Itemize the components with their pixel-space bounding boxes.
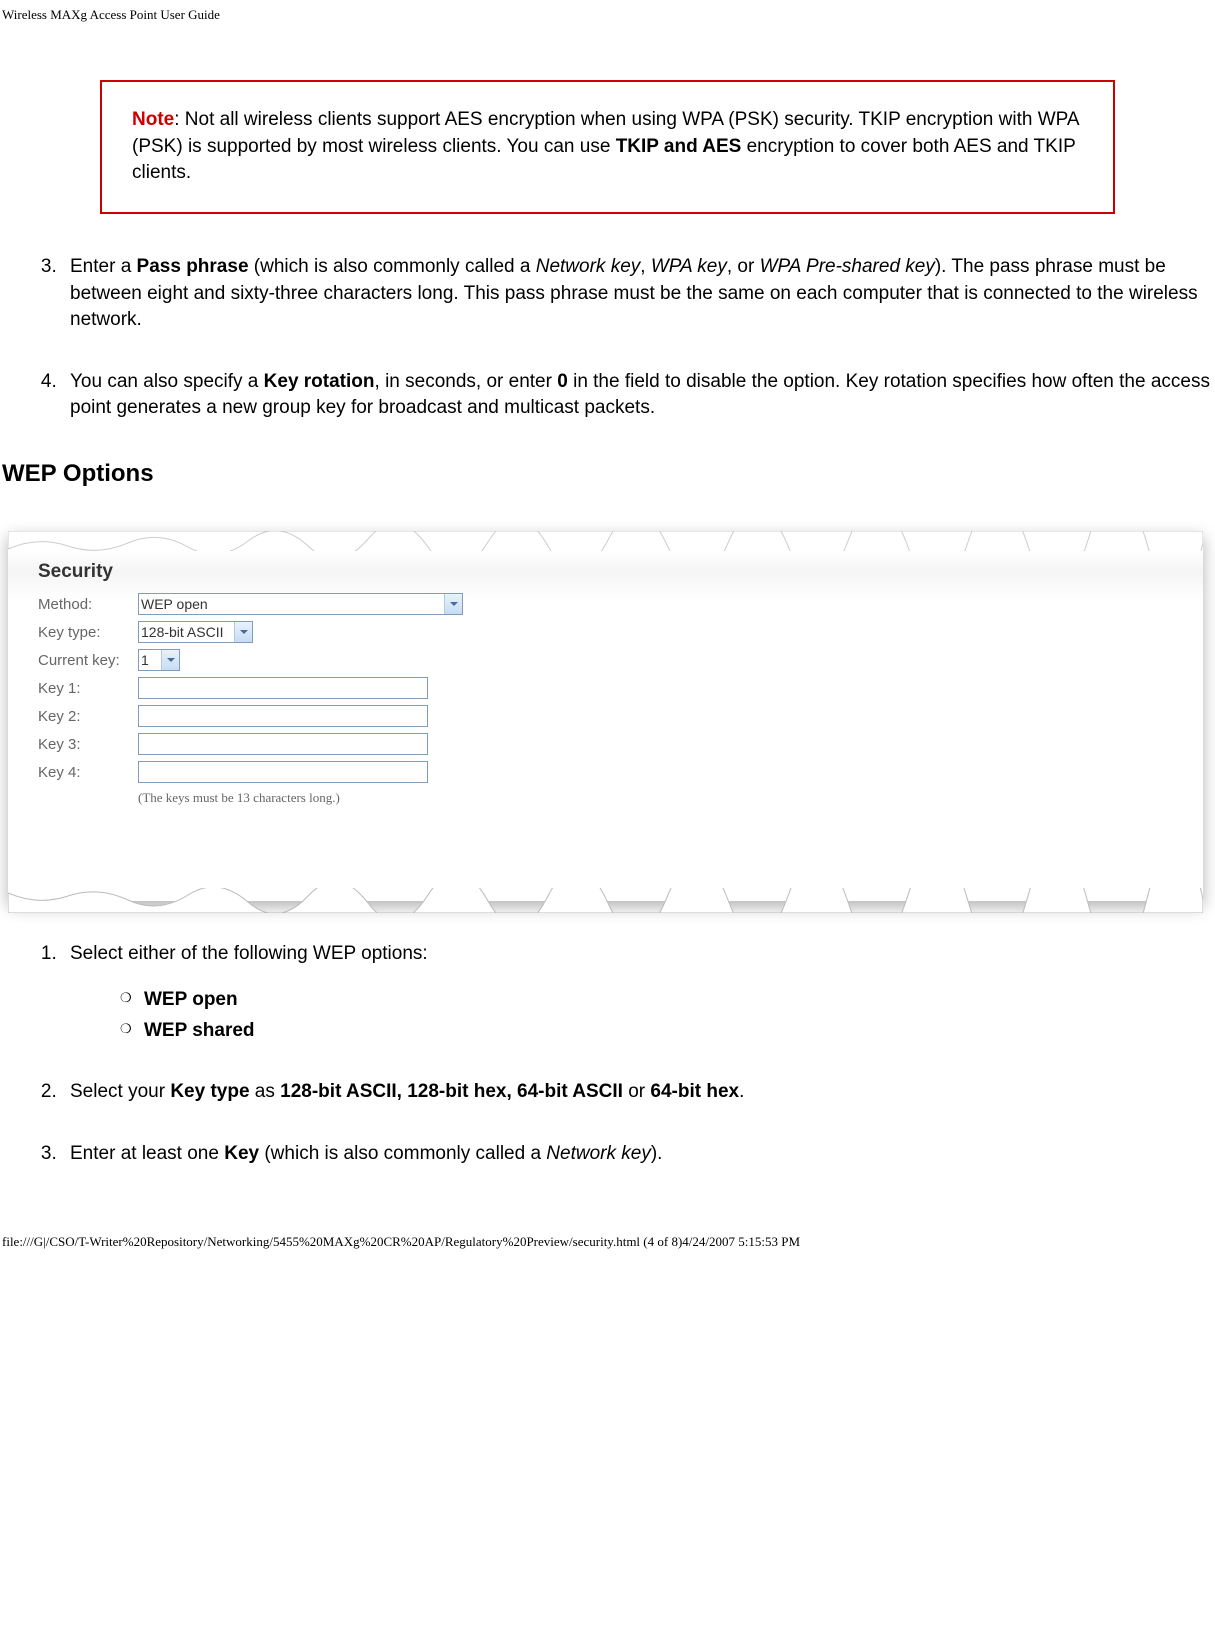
page-footer-path: file:///G|/CSO/T-Writer%20Repository/Net… [0, 1203, 1215, 1257]
text: ). [651, 1143, 663, 1164]
text: . [739, 1081, 744, 1102]
text-bold: WEP open [144, 989, 238, 1010]
row-key4: Key 4: [38, 761, 1183, 783]
key3-input[interactable] [138, 733, 428, 755]
wep-step-3: Enter at least one Key (which is also co… [62, 1141, 1215, 1168]
text-italic: WPA Pre-shared key [760, 256, 935, 277]
text-bold: 128-bit ASCII, 128-bit hex, 64-bit ASCII [280, 1081, 623, 1102]
wep-step-2: Select your Key type as 128-bit ASCII, 1… [62, 1079, 1215, 1106]
text-italic: Network key [546, 1143, 651, 1164]
label-key4: Key 4: [38, 762, 138, 783]
text: , [640, 256, 651, 277]
text: as [250, 1081, 281, 1102]
text-bold: Key rotation [264, 371, 375, 392]
key1-input[interactable] [138, 677, 428, 699]
text-bold: Pass phrase [137, 256, 249, 277]
method-select[interactable] [138, 593, 463, 615]
text: or [623, 1081, 650, 1102]
chevron-down-icon[interactable] [444, 594, 462, 614]
chevron-down-icon[interactable] [234, 622, 252, 642]
wep-ordered-list: Select either of the following WEP optio… [62, 941, 1215, 1168]
currentkey-select-wrap[interactable] [138, 649, 180, 671]
text-bold: Key [224, 1143, 259, 1164]
note-bold-mid: TKIP and AES [616, 136, 742, 157]
security-panel-screenshot: Security Method: Key type: Current key: [8, 531, 1203, 901]
main-ordered-list: Enter a Pass phrase (which is also commo… [62, 254, 1215, 422]
panel-title: Security [38, 559, 1183, 586]
label-currentkey: Current key: [38, 650, 138, 671]
key2-input[interactable] [138, 705, 428, 727]
key-length-hint: (The keys must be 13 characters long.) [138, 789, 1183, 807]
sub-item-wep-open: WEP open [120, 987, 1215, 1014]
wep-step-1: Select either of the following WEP optio… [62, 941, 1215, 1045]
label-key2: Key 2: [38, 706, 138, 727]
row-currentkey: Current key: [38, 649, 1183, 671]
row-keytype: Key type: [38, 621, 1183, 643]
text: , in seconds, or enter [375, 371, 558, 392]
row-key1: Key 1: [38, 677, 1183, 699]
text-bold: WEP shared [144, 1020, 255, 1041]
torn-edge-bottom [8, 888, 1203, 913]
text: Select your [70, 1081, 170, 1102]
text-bold: Key type [170, 1081, 249, 1102]
note-box: Note: Not all wireless clients support A… [100, 80, 1115, 214]
label-keytype: Key type: [38, 622, 138, 643]
chevron-down-icon[interactable] [161, 650, 179, 670]
label-key3: Key 3: [38, 734, 138, 755]
label-method: Method: [38, 594, 138, 615]
wep-options-heading: WEP Options [2, 457, 1215, 491]
text: Select either of the following WEP optio… [70, 943, 428, 964]
text: (which is also commonly called a [259, 1143, 546, 1164]
key4-input[interactable] [138, 761, 428, 783]
text: Enter a [70, 256, 137, 277]
text: , or [727, 256, 760, 277]
torn-edge-top [8, 531, 1203, 551]
keytype-select-wrap[interactable] [138, 621, 253, 643]
text-italic: Network key [536, 256, 641, 277]
note-label: Note [132, 109, 174, 130]
method-select-wrap[interactable] [138, 593, 463, 615]
text: Enter at least one [70, 1143, 224, 1164]
wep-options-sublist: WEP open WEP shared [120, 987, 1215, 1044]
page-header-title: Wireless MAXg Access Point User Guide [0, 0, 1215, 30]
text-bold: 64-bit hex [650, 1081, 739, 1102]
step-4: You can also specify a Key rotation, in … [62, 369, 1215, 422]
text-italic: WPA key [651, 256, 727, 277]
sub-item-wep-shared: WEP shared [120, 1018, 1215, 1045]
text: (which is also commonly called a [249, 256, 536, 277]
text: You can also specify a [70, 371, 264, 392]
screenshot-container: Security Method: Key type: Current key: [8, 531, 1207, 901]
row-key2: Key 2: [38, 705, 1183, 727]
row-key3: Key 3: [38, 733, 1183, 755]
label-key1: Key 1: [38, 678, 138, 699]
row-method: Method: [38, 593, 1183, 615]
text-bold: 0 [557, 371, 568, 392]
security-panel: Security Method: Key type: Current key: [8, 531, 1203, 818]
step-3: Enter a Pass phrase (which is also commo… [62, 254, 1215, 334]
